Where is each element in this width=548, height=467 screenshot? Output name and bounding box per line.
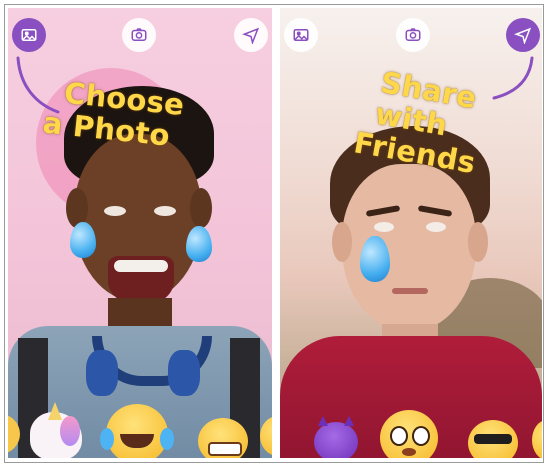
gallery-icon	[21, 29, 37, 41]
sticker-partial[interactable]	[532, 420, 542, 458]
camera-icon	[405, 28, 421, 41]
grimacing-sticker[interactable]	[198, 418, 248, 458]
unicorn-mane-icon	[60, 416, 80, 446]
tears-of-joy-sticker[interactable]	[100, 404, 174, 458]
caption-choose-photo: Choose a Photo	[41, 76, 186, 153]
pleading-sticker[interactable]	[380, 410, 438, 458]
send-icon	[242, 27, 260, 44]
emoji-tray	[8, 402, 272, 458]
unicorn-sticker[interactable]	[30, 402, 82, 458]
send-button[interactable]	[506, 18, 540, 52]
right-app-screen: Share with Friends	[280, 8, 542, 458]
camera-button[interactable]	[396, 18, 430, 52]
panel-divider	[272, 8, 280, 458]
camera-button[interactable]	[122, 18, 156, 52]
tear-drop-sticker[interactable]	[70, 222, 96, 258]
gallery-button[interactable]	[12, 18, 46, 52]
sticker-partial[interactable]	[260, 416, 272, 456]
gallery-icon	[293, 29, 309, 41]
tear-drop-sticker[interactable]	[360, 236, 390, 282]
cool-sunglasses-sticker[interactable]	[468, 420, 518, 458]
sticker-partial[interactable]	[8, 414, 20, 454]
tear-drop-sticker[interactable]	[186, 226, 212, 262]
unicorn-horn-icon	[48, 402, 62, 420]
left-app-screen: Choose a Photo	[8, 8, 272, 458]
emoji-tray	[280, 404, 542, 458]
send-icon	[514, 27, 532, 44]
gallery-button[interactable]	[284, 18, 318, 52]
camera-icon	[131, 28, 147, 41]
send-button[interactable]	[234, 18, 268, 52]
devil-sticker[interactable]	[314, 416, 358, 458]
